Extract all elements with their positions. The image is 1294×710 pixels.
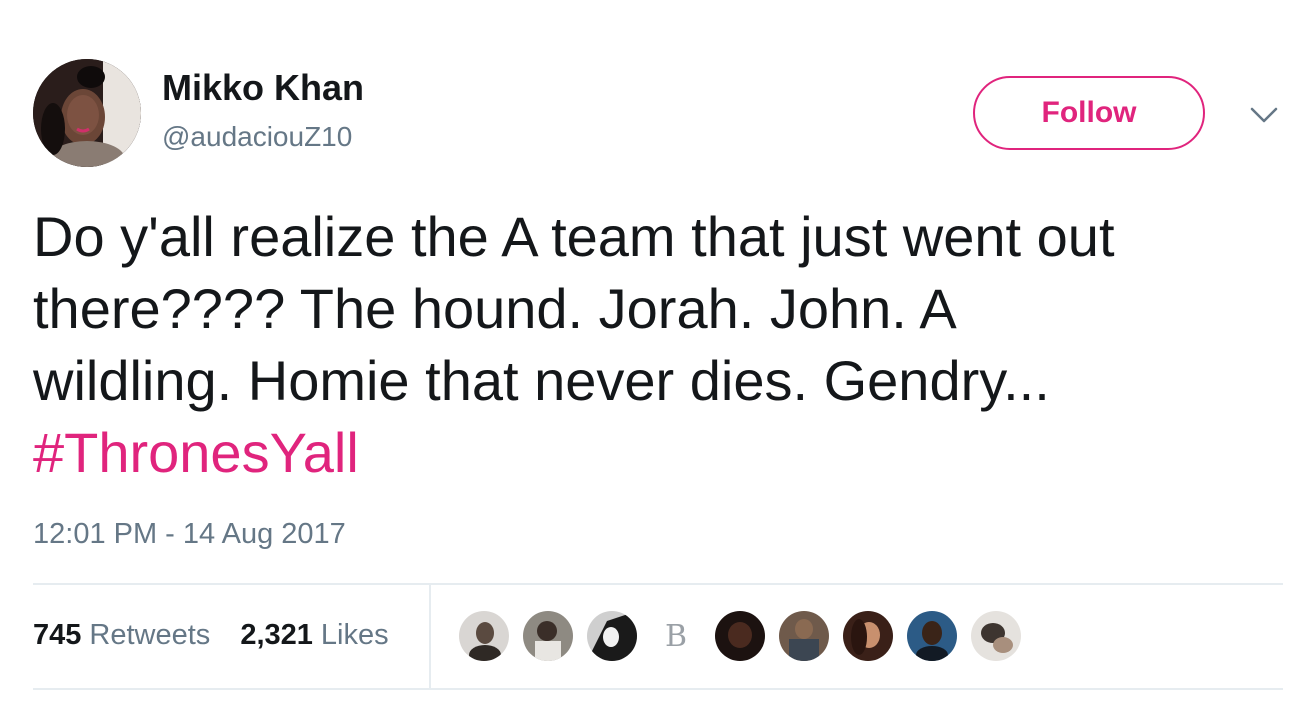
liker-avatar[interactable]: B (649, 609, 703, 663)
avatar-image (33, 59, 141, 167)
tweet-text-line: wildling. Homie that never dies. Gendry.… (33, 349, 1050, 412)
author-avatar[interactable] (33, 59, 141, 167)
engagement-stats: 745 Retweets 2,321 Likes (33, 616, 411, 654)
divider (429, 585, 431, 688)
divider (33, 583, 1283, 585)
tweet-text: Do y'all realize the A team that just we… (33, 201, 1273, 489)
liker-avatar[interactable] (585, 609, 639, 663)
liker-avatar[interactable] (457, 609, 511, 663)
author-handle[interactable]: @audaciouZ10 (162, 119, 352, 155)
liker-avatars: B (457, 609, 1033, 663)
retweets-label: Retweets (89, 619, 211, 651)
likes-stat[interactable]: 2,321 Likes (240, 616, 388, 654)
likes-count: 2,321 (240, 619, 313, 651)
liker-avatar[interactable] (969, 609, 1023, 663)
tweet-text-line: there???? The hound. Jorah. John. A (33, 277, 957, 340)
liker-avatar[interactable] (713, 609, 767, 663)
author-display-name[interactable]: Mikko Khan (162, 66, 364, 110)
tweet-text-line: Do y'all realize the A team that just we… (33, 205, 1115, 268)
hashtag-link[interactable]: #ThronesYall (33, 417, 1273, 489)
retweets-stat[interactable]: 745 Retweets (33, 616, 210, 654)
liker-avatar[interactable] (521, 609, 575, 663)
divider (33, 688, 1283, 690)
liker-avatar[interactable] (905, 609, 959, 663)
liker-avatar-letter: B (664, 618, 688, 654)
retweets-count: 745 (33, 619, 82, 651)
liker-avatar[interactable] (841, 609, 895, 663)
follow-button[interactable]: Follow (973, 76, 1205, 150)
chevron-down-icon[interactable] (1244, 100, 1284, 130)
tweet-timestamp[interactable]: 12:01 PM - 14 Aug 2017 (33, 515, 346, 553)
liker-avatar[interactable] (777, 609, 831, 663)
tweet-card: Mikko Khan @audaciouZ10 Follow Do y'all … (0, 0, 1294, 710)
likes-label: Likes (320, 619, 389, 651)
